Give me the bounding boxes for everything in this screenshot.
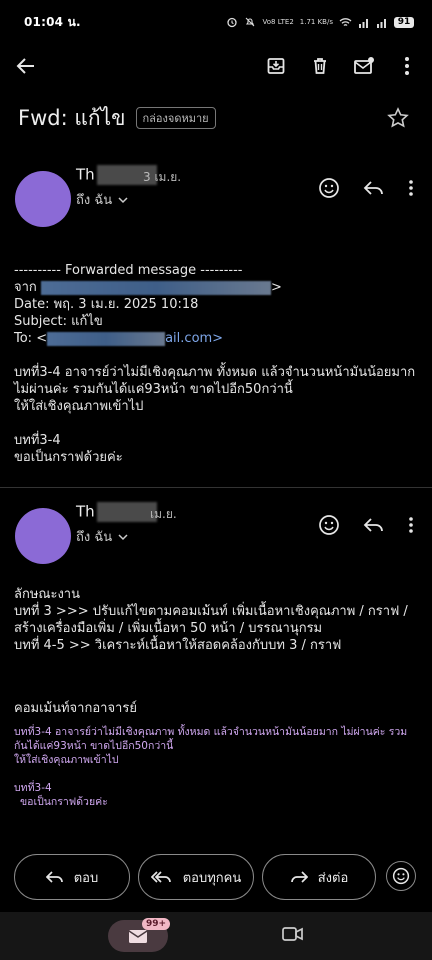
body-paragraph: บทที่ 4-5 >> วิเคราะห์เนื้อหาให้สอดคล้อง… <box>14 638 342 653</box>
quoted-text: ให้ใส่เชิงคุณภาพเข้าไป <box>14 754 119 766</box>
message-header-2[interactable]: Th เม.ย. ถึง ฉัน <box>0 502 432 564</box>
avatar <box>15 508 71 564</box>
body-paragraph: บทที่3-4 <box>14 433 61 448</box>
status-icons: Vo8 LTE2 1.71 KB/s 91 <box>226 16 414 28</box>
mail-icon <box>128 929 148 943</box>
chevron-down-icon <box>118 196 128 203</box>
recipient-text: ถึง ฉัน <box>76 530 113 545</box>
message-more-icon[interactable] <box>398 512 424 538</box>
body-paragraph: ให้ใส่เชิงคุณภาพเข้าไป <box>14 399 144 414</box>
body-paragraph: ขอเป็นกราฟด้วยค่ะ <box>14 450 123 465</box>
comment-title: คอมเม้นท์จากอาจารย์ <box>14 701 137 716</box>
reply-all-button[interactable]: ตอบทุกคน <box>138 854 254 900</box>
star-icon[interactable] <box>386 106 410 130</box>
body-paragraph: บทที่3-4 อาจารย์ว่าไม่มีเชิงคุณภาพ ทั้งห… <box>14 365 416 397</box>
status-time: 01:04 น. <box>24 14 81 29</box>
quoted-text: ขอเป็นกราฟด้วยค่ะ <box>20 796 108 808</box>
signal-icon <box>359 18 368 28</box>
emoji-icon <box>392 867 410 885</box>
comment-section: คอมเม้นท์จากอาจารย์ บทที่3-4 อาจารย์ว่าไ… <box>14 700 416 809</box>
reply-icon <box>45 871 63 883</box>
action-row: ตอบ ตอบทุกคน ส่งต่อ <box>0 854 432 902</box>
subject-row: Fwd: แก้ไข กล่องจดหมาย <box>18 100 420 136</box>
forward-header: ---------- Forwarded message --------- <box>14 263 243 278</box>
message-date: เม.ย. <box>150 507 177 521</box>
reply-all-label: ตอบทุกคน <box>182 870 242 886</box>
emoji-react-icon[interactable] <box>316 512 342 538</box>
body-paragraph: ลักษณะงาน <box>14 587 80 602</box>
message-header-1[interactable]: Th 3 เม.ย. ถึง ฉัน <box>0 165 432 227</box>
network-type: Vo8 LTE2 <box>262 17 294 26</box>
delete-icon[interactable] <box>306 52 334 80</box>
message-body-2: ลักษณะงาน บทที่ 3 >>> ปรับแก้ไขตามคอมเม้… <box>14 586 416 654</box>
forward-to-line: To: < ail.com> <box>14 331 224 346</box>
inbox-label-chip[interactable]: กล่องจดหมาย <box>135 107 216 129</box>
reply-icon[interactable] <box>360 512 386 538</box>
forward-date-line: Date: พฤ. 3 เม.ย. 2025 10:18 <box>14 297 199 312</box>
forward-label: ส่งต่อ <box>317 870 349 886</box>
mute-icon <box>246 17 255 27</box>
recipient-text: ถึง ฉัน <box>76 193 113 208</box>
chevron-down-icon <box>118 533 128 540</box>
emoji-button[interactable] <box>386 861 416 891</box>
emoji-react-icon[interactable] <box>316 175 342 201</box>
reply-button[interactable]: ตอบ <box>14 854 130 900</box>
body-paragraph: บทที่ 3 >>> ปรับแก้ไขตามคอมเม้นท์ เพิ่มเ… <box>14 604 408 636</box>
sender-name: Th <box>76 502 157 522</box>
recipient-line[interactable]: ถึง ฉัน <box>76 189 128 210</box>
network-speed: 1.71 KB/s <box>299 17 333 26</box>
video-icon[interactable] <box>282 926 304 942</box>
message-date: 3 เม.ย. <box>143 170 182 184</box>
email-subject: Fwd: แก้ไข <box>18 105 126 130</box>
reply-label: ตอบ <box>73 870 99 886</box>
forward-button[interactable]: ส่งต่อ <box>262 854 376 900</box>
wifi-icon <box>339 17 352 26</box>
quoted-text: บทที่3-4 อาจารย์ว่าไม่มีเชิงคุณภาพ ทั้งห… <box>14 726 408 752</box>
avatar <box>15 171 71 227</box>
archive-icon[interactable] <box>262 52 290 80</box>
toolbar <box>0 44 432 88</box>
reply-icon[interactable] <box>360 175 386 201</box>
bottom-nav: 99+ <box>0 912 432 960</box>
status-bar: 01:04 น. Vo8 LTE2 1.71 KB/s 91 <box>0 0 432 44</box>
alarm-icon <box>227 17 238 28</box>
forward-subject-line: Subject: แก้ไข <box>14 314 103 329</box>
back-arrow-icon[interactable] <box>12 52 40 80</box>
battery-indicator: 91 <box>394 16 414 28</box>
more-vert-icon[interactable] <box>393 52 421 80</box>
forward-from-line: จาก > <box>14 280 282 295</box>
message-more-icon[interactable] <box>398 175 424 201</box>
forward-icon <box>290 871 308 883</box>
reply-all-icon <box>150 871 171 883</box>
message-divider <box>0 487 432 488</box>
recipient-line[interactable]: ถึง ฉัน <box>76 526 128 547</box>
quoted-text: บทที่3-4 <box>14 782 52 794</box>
message-body-1: ---------- Forwarded message --------- จ… <box>14 262 416 466</box>
unread-badge: 99+ <box>142 918 171 930</box>
signal-icon-2 <box>377 18 386 28</box>
mark-unread-icon[interactable] <box>350 52 378 80</box>
